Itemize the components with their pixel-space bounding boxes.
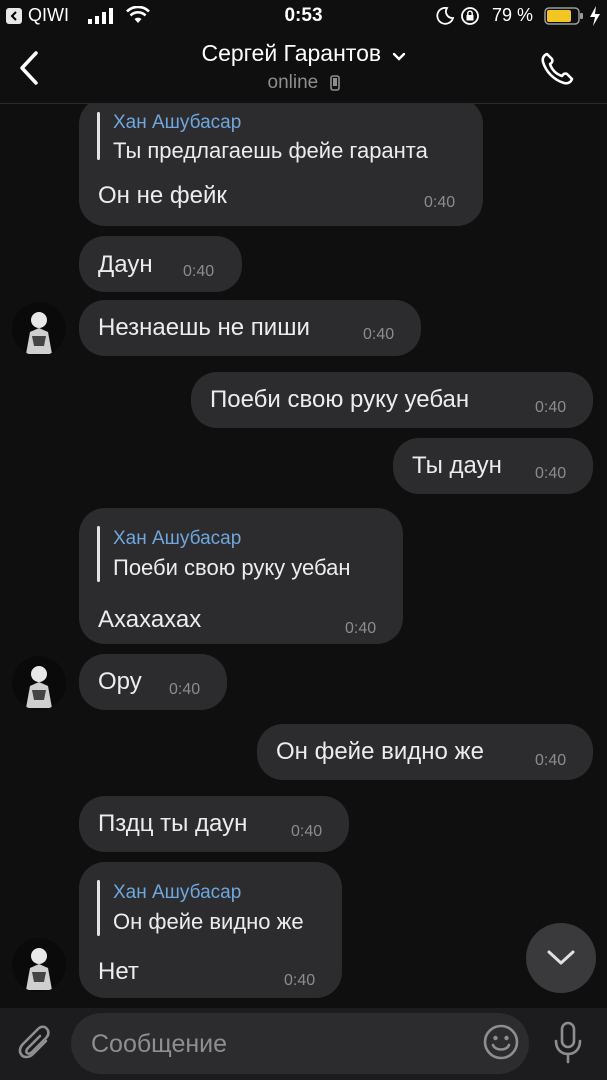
message-time: 0:40 xyxy=(535,399,567,416)
message-text: Ору xyxy=(98,668,142,695)
call-icon[interactable] xyxy=(538,50,576,88)
orientation-lock-icon xyxy=(461,7,479,25)
avatar[interactable] xyxy=(12,302,66,356)
message-bubble[interactable]: Незнаешь не пиши 0:40 xyxy=(79,300,421,356)
reply-quote: Ты предлагаешь фейе гаранта xyxy=(113,138,428,163)
message-bubble[interactable]: Пздц ты даун 0:40 xyxy=(79,796,349,852)
reply-bar xyxy=(97,526,100,582)
reply-bar xyxy=(97,880,100,936)
reply-quote: Он фейе видно же xyxy=(113,909,304,934)
microphone-icon[interactable] xyxy=(552,1021,584,1065)
message-bubble[interactable]: Хан Ашубасар Поеби свою руку уебан Ахаха… xyxy=(79,508,403,644)
message-text: Он не фейк xyxy=(98,182,227,209)
phone-icon xyxy=(329,75,340,91)
message-bubble[interactable]: Хан Ашубасар Ты предлагаешь фейе гаранта… xyxy=(79,104,483,226)
message-time: 0:40 xyxy=(424,194,456,211)
battery-icon xyxy=(544,7,583,25)
message-text: Даун xyxy=(98,251,153,278)
contact-name[interactable]: Сергей Гарантов xyxy=(201,40,381,66)
message-text: Он фейе видно же xyxy=(276,738,484,765)
message-text: Ахахахах xyxy=(98,606,202,633)
message-time: 0:40 xyxy=(345,620,377,637)
message-text: Пздц ты даун xyxy=(98,810,248,837)
contact-title[interactable]: Сергей Гарантов xyxy=(0,40,607,67)
reply-author: Хан Ашубасар xyxy=(113,112,242,133)
message-time: 0:40 xyxy=(169,681,201,698)
message-time: 0:40 xyxy=(284,972,316,989)
scroll-down-chevron-icon xyxy=(547,950,575,965)
message-bubble[interactable]: Ору 0:40 xyxy=(79,654,227,710)
reply-author: Хан Ашубасар xyxy=(113,882,242,903)
message-text: Нет xyxy=(98,958,139,985)
message-text: Поеби свою руку уебан xyxy=(210,386,470,413)
message-text: Ты даун xyxy=(412,452,502,479)
message-time: 0:40 xyxy=(363,326,395,343)
attach-paperclip-icon[interactable] xyxy=(18,1024,54,1064)
status-bar: QIWI 0:53 79 % xyxy=(0,0,607,34)
presence-status: online xyxy=(0,72,607,94)
presence-text: online xyxy=(267,72,319,93)
emoji-icon[interactable] xyxy=(482,1023,520,1061)
message-bubble[interactable]: Поеби свою руку уебан 0:40 xyxy=(191,372,593,428)
message-time: 0:40 xyxy=(535,752,567,769)
message-time: 0:40 xyxy=(535,465,567,482)
dropdown-chevron-icon[interactable] xyxy=(392,52,406,62)
chat-header: Сергей Гарантов online xyxy=(0,34,607,104)
message-list[interactable]: Хан Ашубасар Ты предлагаешь фейе гаранта… xyxy=(0,104,607,1008)
reply-author: Хан Ашубасар xyxy=(113,528,242,549)
message-input[interactable]: Сообщение xyxy=(71,1013,529,1074)
message-time: 0:40 xyxy=(291,823,323,840)
moon-icon xyxy=(436,7,454,25)
message-bubble[interactable]: Он фейе видно же 0:40 xyxy=(257,724,593,780)
battery-percent: 79 % xyxy=(492,5,534,25)
message-input-placeholder: Сообщение xyxy=(91,1030,228,1058)
message-bubble[interactable]: Хан Ашубасар Он фейе видно же Нет 0:40 xyxy=(79,862,342,998)
reply-quote: Поеби свою руку уебан xyxy=(113,555,351,580)
scroll-down-button[interactable] xyxy=(526,923,596,993)
avatar[interactable] xyxy=(12,656,66,710)
charging-icon xyxy=(590,6,600,26)
message-bubble[interactable]: Даун 0:40 xyxy=(79,236,242,292)
message-time: 0:40 xyxy=(183,263,215,280)
composer-bar: Сообщение xyxy=(0,1008,607,1080)
message-bubble[interactable]: Ты даун 0:40 xyxy=(393,438,593,494)
message-text: Незнаешь не пиши xyxy=(98,314,310,341)
reply-bar xyxy=(97,112,100,160)
avatar[interactable] xyxy=(12,938,66,992)
